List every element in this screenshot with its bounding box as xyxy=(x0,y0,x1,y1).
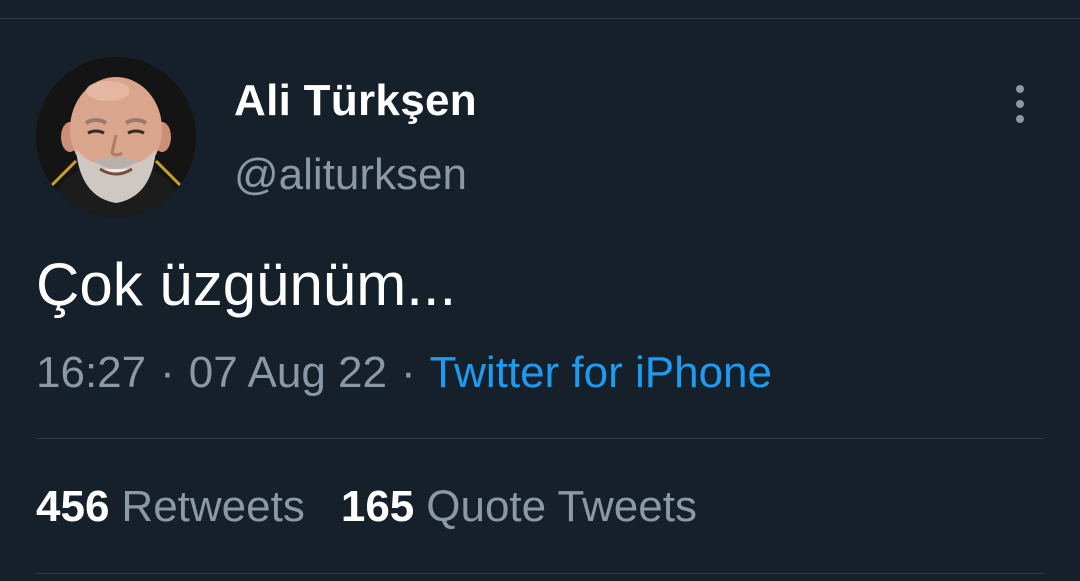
retweets-stat[interactable]: 456 Retweets xyxy=(36,482,305,532)
quote-tweets-stat[interactable]: 165 Quote Tweets xyxy=(341,482,697,532)
tweet-text: Çok üzgünüm... xyxy=(36,251,457,318)
author-display-name[interactable]: Ali Türkşen xyxy=(234,76,477,126)
tweet-date[interactable]: 07 Aug 22 xyxy=(189,348,387,397)
stats-bottom-divider xyxy=(36,573,1044,574)
more-vertical-icon-dot xyxy=(1016,100,1024,108)
retweets-count: 456 xyxy=(36,482,110,531)
stats-top-divider xyxy=(36,438,1044,439)
quote-tweets-count: 165 xyxy=(340,482,415,531)
retweets-label: Retweets xyxy=(121,482,305,531)
tweet-time[interactable]: 16:27 xyxy=(36,348,146,397)
more-vertical-icon xyxy=(1016,85,1024,93)
top-divider xyxy=(0,18,1080,19)
author-handle[interactable]: @aliturksen xyxy=(234,150,467,200)
more-vertical-icon-dot xyxy=(1016,115,1024,123)
meta-separator: · xyxy=(400,348,416,397)
tweet-meta: 16:27 · 07 Aug 22 · Twitter for iPhone xyxy=(36,348,772,398)
avatar[interactable] xyxy=(36,57,196,217)
meta-separator: · xyxy=(160,348,175,397)
more-options-button[interactable] xyxy=(1000,80,1040,128)
quote-tweets-label: Quote Tweets xyxy=(426,482,697,531)
user-avatar-icon xyxy=(36,57,196,217)
tweet-stats: 456 Retweets 165 Quote Tweets xyxy=(36,482,697,532)
tweet-source-link[interactable]: Twitter for iPhone xyxy=(430,348,772,397)
